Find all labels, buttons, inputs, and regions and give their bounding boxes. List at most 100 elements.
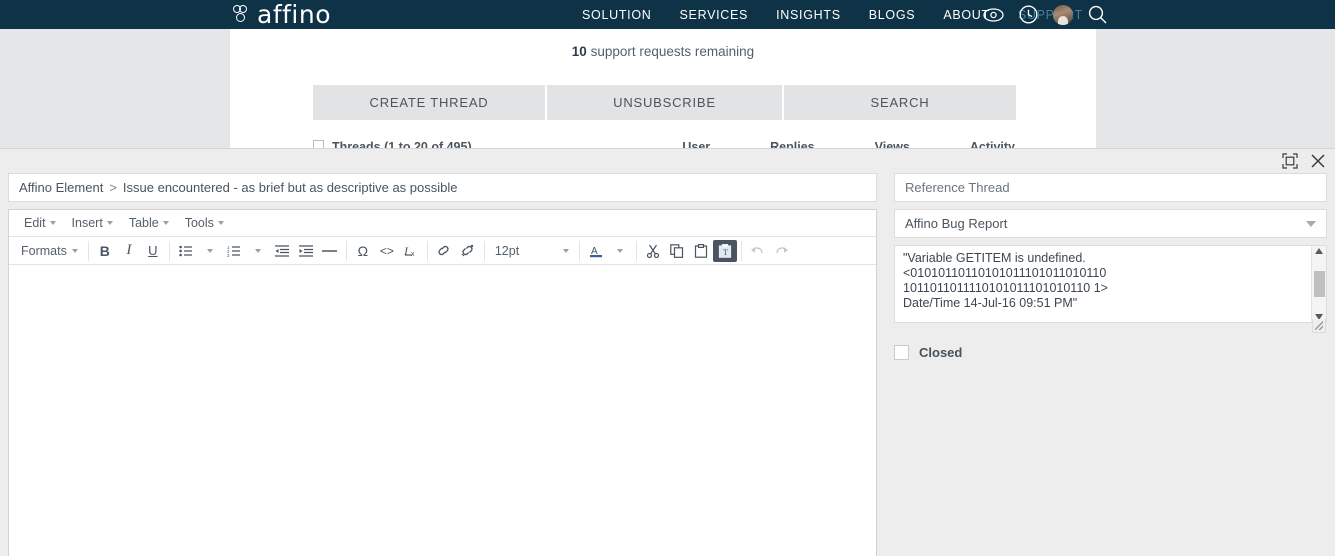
nav-item-blogs[interactable]: BLOGS	[869, 8, 916, 22]
svg-text:x: x	[411, 251, 415, 257]
chevron-down-icon	[562, 248, 569, 253]
paste-as-text-icon[interactable]: T	[712, 239, 737, 262]
cut-icon[interactable]	[641, 240, 665, 262]
editor-menubar: Edit Insert Table Tools	[9, 210, 876, 237]
paste-icon[interactable]	[689, 240, 713, 262]
toolbar-divider	[345, 240, 347, 261]
indent-icon[interactable]	[294, 240, 318, 262]
svg-text:T: T	[723, 248, 728, 257]
requests-remaining-count: 10	[571, 44, 587, 59]
undo-icon[interactable]	[746, 240, 770, 262]
text-color-icon[interactable]: A	[584, 240, 608, 262]
italic-icon[interactable]: I	[117, 240, 141, 262]
bold-icon[interactable]: B	[93, 240, 117, 262]
breadcrumb[interactable]: Affino Element > Issue encountered - as …	[8, 173, 877, 202]
reference-text-area[interactable]: "Variable GETITEM is undefined. <0101011…	[894, 245, 1327, 333]
bullet-list-icon[interactable]	[174, 240, 198, 262]
menu-tools[interactable]: Tools	[178, 213, 231, 233]
menu-tools-label: Tools	[184, 216, 214, 230]
svg-text:3: 3	[227, 253, 230, 257]
affino-logo[interactable]: affino	[233, 2, 331, 27]
outdent-icon[interactable]	[270, 240, 294, 262]
toolbar-divider	[87, 240, 89, 261]
close-icon[interactable]	[1309, 152, 1327, 170]
copy-icon[interactable]	[665, 240, 689, 262]
clear-formatting-icon[interactable]: Ix	[399, 240, 423, 262]
reference-scrollbar[interactable]	[1311, 246, 1326, 322]
unlink-icon[interactable]	[456, 240, 480, 262]
clock-icon[interactable]	[1018, 4, 1039, 25]
toolbar-divider	[635, 240, 637, 261]
menu-edit[interactable]: Edit	[17, 213, 63, 233]
partial-top-text	[230, 25, 1096, 35]
formats-label: Formats	[21, 243, 67, 258]
reference-thread-label: Reference Thread	[905, 180, 1010, 195]
column-user: User	[682, 140, 711, 148]
maximize-icon[interactable]	[1281, 152, 1299, 170]
clipboard-group: T	[641, 239, 737, 262]
textarea-resize-handle[interactable]	[1312, 319, 1326, 333]
breadcrumb-root[interactable]: Affino Element	[19, 180, 103, 195]
unsubscribe-button[interactable]: UNSUBSCRIBE	[547, 85, 782, 120]
menu-insert-label: Insert	[71, 216, 103, 230]
chevron-down-icon	[106, 221, 113, 225]
font-size-value: 12pt	[494, 243, 520, 258]
breadcrumb-separator: >	[109, 180, 117, 195]
chevron-down-icon	[217, 221, 224, 225]
bullet-list-options-icon[interactable]	[198, 240, 222, 262]
reference-panel: Reference Thread Affino Bug Report "Vari…	[894, 173, 1327, 360]
special-character-icon[interactable]: Ω	[351, 240, 375, 262]
numbered-list-icon[interactable]: 123	[222, 240, 246, 262]
nav-item-services[interactable]: SERVICES	[680, 8, 749, 22]
reference-text-content[interactable]: "Variable GETITEM is undefined. <0101011…	[895, 246, 1311, 322]
reference-thread-field[interactable]: Reference Thread	[894, 173, 1327, 202]
select-all-threads-checkbox[interactable]	[313, 140, 324, 148]
text-style-group: B I U	[93, 240, 165, 262]
column-views: Views	[874, 140, 910, 148]
closed-checkbox[interactable]	[894, 345, 909, 360]
scrollbar-thumb[interactable]	[1313, 271, 1325, 297]
requests-remaining: 10 support requests remaining	[230, 44, 1096, 59]
chevron-down-icon	[49, 221, 56, 225]
menu-table-label: Table	[128, 216, 159, 230]
search-icon[interactable]	[1087, 4, 1108, 25]
toolbar-divider	[483, 240, 485, 261]
numbered-list-options-icon[interactable]	[246, 240, 270, 262]
logo-mark-icon	[233, 4, 255, 26]
menu-table[interactable]: Table	[122, 213, 176, 233]
editor-body[interactable]	[9, 265, 876, 556]
toolbar-divider	[426, 240, 428, 261]
link-icon[interactable]	[432, 240, 456, 262]
avatar[interactable]	[1053, 4, 1073, 25]
thread-editor-modal: Affino Element > Issue encountered - as …	[0, 148, 1335, 556]
column-activity: Activity	[969, 140, 1015, 148]
nav-item-insights[interactable]: INSIGHTS	[776, 8, 841, 22]
formats-dropdown[interactable]: Formats	[15, 241, 84, 261]
requests-remaining-text: support requests remaining	[590, 44, 755, 59]
eye-icon[interactable]	[983, 4, 1004, 25]
create-thread-button[interactable]: CREATE THREAD	[313, 85, 545, 120]
column-replies: Replies	[770, 140, 815, 148]
text-color-options-icon[interactable]	[608, 240, 632, 262]
toolbar-divider	[740, 240, 742, 261]
underline-icon[interactable]: U	[141, 240, 165, 262]
screen: affino SOLUTION SERVICES INSIGHTS BLOGS …	[0, 0, 1335, 556]
breadcrumb-current: Issue encountered - as brief but as desc…	[122, 180, 458, 195]
redo-icon[interactable]	[770, 240, 794, 262]
font-size-select[interactable]: 12pt	[489, 240, 575, 262]
chevron-down-icon	[162, 221, 169, 225]
horizontal-rule-icon[interactable]	[318, 240, 342, 262]
editor-toolbar: Formats B I U 123 Ω <> I x 12pt A T	[9, 237, 876, 265]
thread-select[interactable]: Affino Bug Report	[894, 209, 1327, 238]
logo-text: affino	[257, 0, 332, 29]
scroll-up-icon[interactable]	[1315, 248, 1323, 254]
link-group	[432, 240, 480, 262]
threads-header-row: Threads (1 to 20 of 495) User Replies Vi…	[313, 140, 1015, 148]
color-group: A	[584, 240, 632, 262]
menu-insert[interactable]: Insert	[65, 213, 120, 233]
nav-item-solution[interactable]: SOLUTION	[582, 8, 652, 22]
history-group	[746, 240, 794, 262]
search-button[interactable]: SEARCH	[784, 85, 1016, 120]
source-code-icon[interactable]: <>	[375, 240, 399, 262]
insert-group: Ω <> Ix	[351, 240, 423, 262]
